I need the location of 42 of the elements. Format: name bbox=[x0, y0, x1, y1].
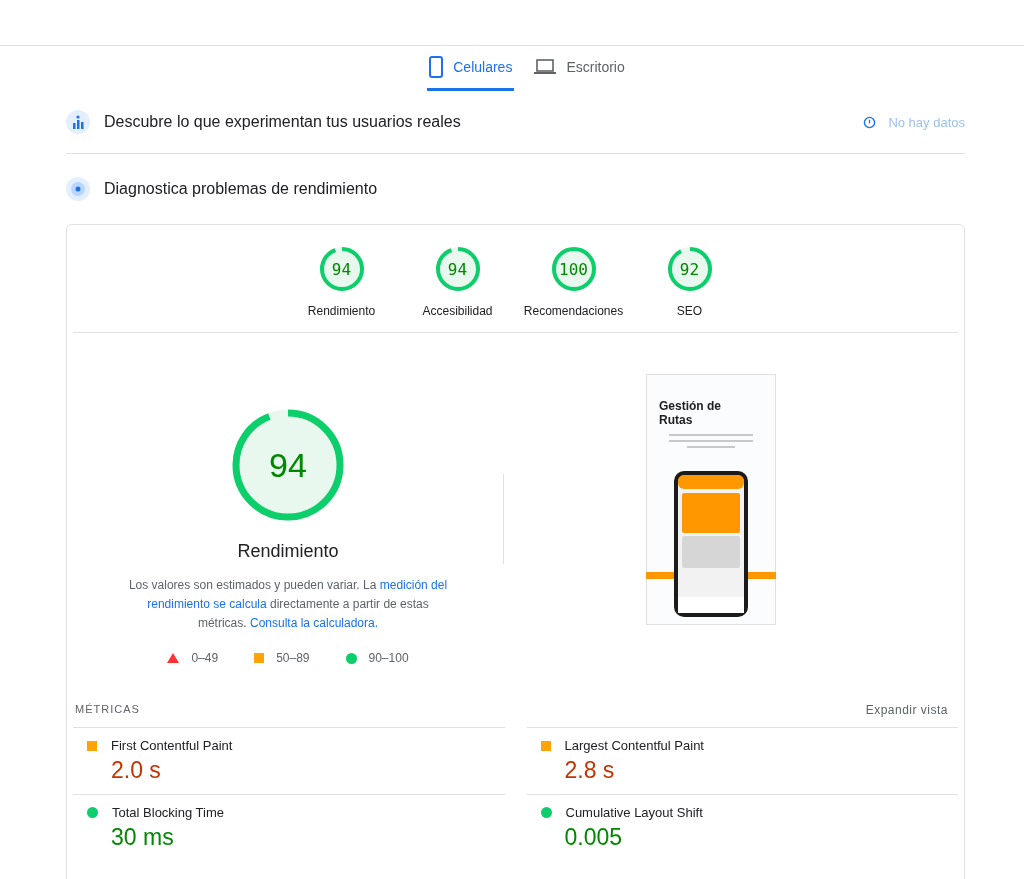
score-gauge bbox=[433, 245, 482, 293]
phone-icon bbox=[429, 56, 444, 78]
metric-value: 2.8 s bbox=[564, 757, 616, 784]
legend-label: 90–100 bbox=[368, 651, 409, 665]
metrics-heading: MÉTRICAS bbox=[75, 703, 140, 717]
link[interactable]: medición del bbox=[379, 576, 448, 595]
info-icon bbox=[863, 115, 877, 129]
expand-link[interactable]: Expandir vista bbox=[865, 703, 948, 717]
description-text: Los valores son estimados y pueden variar. La medición del rendimiento se calcula directamente a partir de estas métricas. Consulta la calculadora. bbox=[123, 576, 453, 633]
metric-name: First Contentful Paint bbox=[111, 738, 233, 753]
score-value: 94 bbox=[331, 259, 352, 279]
category-label: Rendimiento bbox=[307, 304, 376, 318]
metric-value: 2.0 s bbox=[111, 757, 162, 784]
score-value: 100 bbox=[559, 259, 588, 279]
section-title: Descubre lo que experimentan tus usuarios reales bbox=[104, 113, 461, 131]
device-tab[interactable]: Escritorio bbox=[532, 46, 627, 91]
metric-value: 0.005 bbox=[564, 824, 624, 851]
metric-value: 30 ms bbox=[111, 824, 175, 851]
link[interactable]: rendimiento se calcula bbox=[147, 595, 267, 614]
device-tab[interactable]: Celulares bbox=[427, 46, 515, 91]
screenshot-title: Gestión de Rutas bbox=[659, 398, 722, 427]
metric-name: Largest Contentful Paint bbox=[564, 738, 704, 753]
status-text: No hay datos bbox=[888, 114, 965, 130]
category-label: Recomendaciones bbox=[523, 304, 624, 318]
score-value: 92 bbox=[679, 259, 700, 279]
metric-name: Total Blocking Time bbox=[112, 805, 224, 820]
target-icon bbox=[66, 177, 90, 201]
category-label: SEO bbox=[676, 304, 703, 318]
score-gauge bbox=[549, 245, 598, 293]
score-gauge bbox=[665, 245, 714, 293]
score-gauge bbox=[317, 245, 366, 293]
gauge-title: Rendimiento bbox=[237, 541, 339, 562]
users-icon bbox=[66, 110, 90, 134]
section-title: Diagnostica problemas de rendimiento bbox=[104, 180, 378, 198]
link[interactable]: Consulta la calculadora. bbox=[249, 614, 379, 633]
laptop-icon bbox=[534, 59, 557, 75]
legend-label: 0–49 bbox=[191, 651, 219, 665]
score-value: 94 bbox=[269, 448, 307, 482]
score-value: 94 bbox=[447, 259, 468, 279]
category-label: Accesibilidad bbox=[422, 304, 493, 318]
legend-label: 50–89 bbox=[276, 651, 310, 665]
metric-name: Cumulative Layout Shift bbox=[565, 805, 703, 820]
